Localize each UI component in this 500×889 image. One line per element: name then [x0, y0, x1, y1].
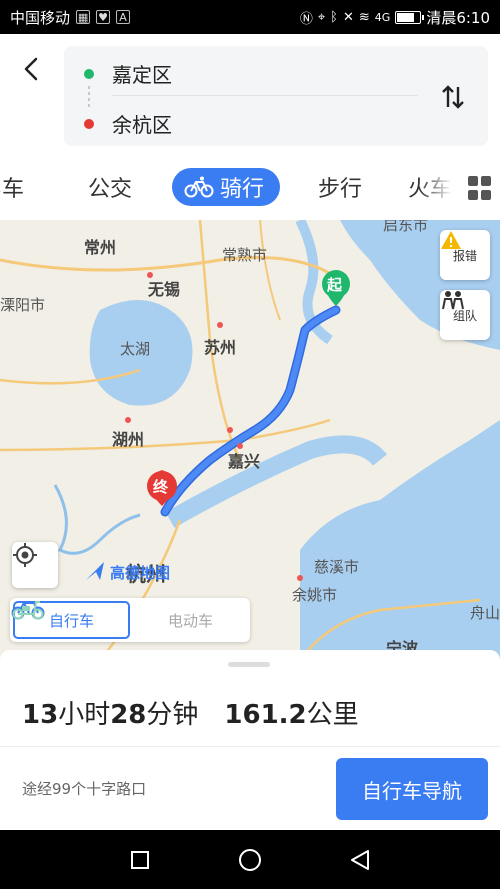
map-label-yuyao: 余姚市 [292, 586, 338, 604]
mute-icon: ✕ [342, 9, 354, 25]
warning-icon [441, 231, 461, 249]
nfc-icon: Ⓝ [299, 11, 313, 27]
start-location[interactable]: 嘉定区 [84, 59, 172, 88]
map-label-zhoushan: 舟山 [470, 604, 500, 622]
vehicle-toggle: 自行车 电动车 [10, 598, 250, 642]
ebike-option[interactable]: 电动车 [12, 601, 247, 639]
start-marker-label: 起 [327, 276, 343, 294]
signal-icon: 4G [374, 10, 391, 24]
locate-icon [13, 543, 37, 567]
map-view[interactable]: 启东市 常州 常熟市 无锡 溧阳市 太湖 苏州 湖州 嘉兴 杭州 慈溪市 余姚市… [0, 220, 500, 660]
drag-handle[interactable] [228, 662, 270, 667]
map-label-jiaxing: 嘉兴 [228, 452, 261, 471]
circle-icon [239, 849, 261, 871]
map-label-qidong: 启东市 [383, 220, 429, 234]
map-label-wuxi: 无锡 [148, 280, 181, 299]
duration: 13小时28分钟 [22, 700, 199, 730]
map-label-cixi: 慈溪市 [314, 558, 360, 576]
swap-button[interactable] [438, 82, 468, 112]
tab-bus[interactable]: 公交 [88, 168, 132, 206]
map-label-liyang: 溧阳市 [0, 296, 46, 314]
swap-icon [442, 85, 464, 109]
route-summary-card: 13小时28分钟 161.2公里 途经99个十字路口 自行车导航 [0, 650, 500, 830]
home-button[interactable] [238, 848, 262, 872]
team-button[interactable]: 组队 [440, 290, 490, 340]
route-box: 嘉定区 余杭区 [64, 46, 488, 146]
crossings-count: 途经99个十字路口 [22, 780, 147, 798]
gaode-logo: 高德地图 [110, 564, 171, 582]
end-location[interactable]: 余杭区 [84, 109, 172, 138]
more-modes-grid-icon[interactable] [468, 176, 492, 200]
distance: 161.2公里 [224, 700, 359, 730]
app-icon: A [116, 10, 131, 24]
system-nav-bar [0, 830, 500, 889]
notification-icon: ▦ [76, 10, 91, 24]
heart-icon: ♥ [96, 10, 111, 24]
locate-button[interactable] [12, 542, 58, 588]
map-label-huzhou: 湖州 [112, 430, 145, 449]
chevron-left-icon [24, 57, 38, 81]
end-marker-label: 终 [153, 478, 169, 496]
back-button[interactable] [14, 52, 48, 86]
start-location-label: 嘉定区 [112, 63, 172, 87]
carrier-name: 中国移动 [10, 8, 71, 27]
wifi-icon: ≋ [358, 9, 370, 25]
route-summary: 13小时28分钟 161.2公里 [22, 694, 359, 731]
report-error-button[interactable]: 报错 [440, 230, 490, 280]
scooter-icon [12, 601, 44, 620]
bluetooth-icon: ᛒ [330, 9, 338, 25]
travel-mode-tabs: 驾车 公交 骑行 步行 火车 [0, 154, 500, 220]
map-label-changzhou: 常州 [84, 238, 117, 257]
map-canvas [0, 220, 500, 660]
end-location-label: 余杭区 [112, 113, 172, 137]
map-label-taihu: 太湖 [120, 340, 151, 358]
battery-icon [395, 10, 425, 24]
map-label-changshu: 常熟市 [222, 246, 268, 264]
square-icon [131, 851, 149, 869]
status-bar: 中国移动 ▦ ♥ A Ⓝ ⌖ ᛒ ✕ ≋ 4G 清晨6:10 [0, 0, 500, 34]
start-navigation-button[interactable]: 自行车导航 [336, 758, 488, 820]
map-label-suzhou: 苏州 [204, 338, 237, 357]
triangle-back-icon [351, 850, 369, 870]
start-dot-icon [84, 68, 94, 79]
end-dot-icon [84, 118, 94, 129]
tab-cycling[interactable]: 骑行 [172, 168, 281, 206]
route-connector [88, 86, 90, 108]
back-nav-button[interactable] [348, 848, 372, 872]
route-header: 嘉定区 余杭区 [0, 34, 500, 154]
recents-button[interactable] [128, 848, 152, 872]
group-icon [442, 291, 464, 310]
tab-drive[interactable]: 驾车 [0, 168, 24, 206]
location-icon: ⌖ [317, 9, 326, 25]
clock: 清晨6:10 [426, 8, 490, 27]
bicycle-icon [184, 176, 214, 198]
tab-walk[interactable]: 步行 [318, 168, 362, 206]
